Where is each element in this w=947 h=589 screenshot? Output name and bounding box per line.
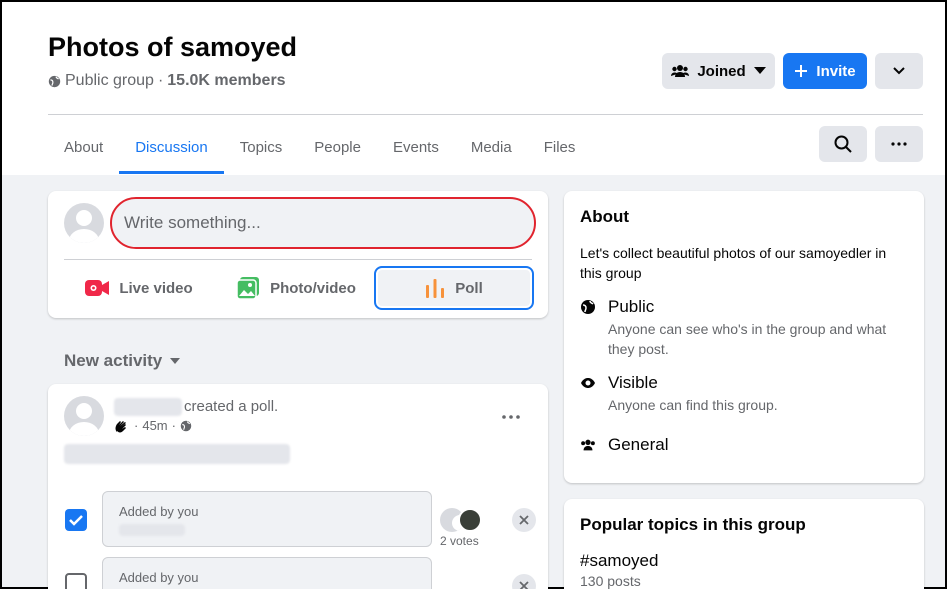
poll-option[interactable]: Added by you: [102, 557, 432, 589]
photo-video-label: Photo/video: [270, 279, 356, 297]
globe-icon: [581, 300, 595, 314]
ellipsis-icon: [502, 415, 520, 419]
tab-discussion[interactable]: Discussion: [119, 120, 224, 174]
popular-topics-card: Popular topics in this group #samoyed 13…: [564, 499, 924, 589]
search-button[interactable]: [819, 126, 867, 162]
about-item-title: Public: [608, 297, 655, 316]
topic-link[interactable]: #samoyed: [580, 551, 658, 571]
about-item-general: General: [580, 435, 668, 455]
photo-video-button[interactable]: Photo/video: [220, 266, 372, 310]
topic-post-count: 130 posts: [580, 573, 641, 589]
tab-files[interactable]: Files: [528, 120, 592, 174]
post-options-button[interactable]: [502, 402, 520, 425]
globe-icon: [180, 420, 192, 431]
group-title: Photos of samoyed: [48, 32, 298, 62]
about-item-desc: Anyone can find this group.: [608, 397, 778, 413]
chevron-down-icon: [893, 67, 905, 75]
feed-sort-dropdown[interactable]: New activity: [64, 351, 181, 371]
remove-option-button[interactable]: [512, 574, 536, 589]
people-icon: [581, 439, 595, 451]
poll-vote-count[interactable]: 2 votes: [440, 534, 479, 548]
joined-button[interactable]: Joined: [662, 53, 775, 89]
about-item-public: Public Anyone can see who's in the group…: [580, 297, 908, 359]
poll-icon: [426, 279, 445, 298]
eye-icon: [581, 378, 595, 388]
more-options-button[interactable]: [875, 53, 923, 89]
about-card: About Let's collect beautiful photos of …: [564, 191, 924, 483]
close-icon: [519, 515, 529, 525]
caret-down-icon: [170, 358, 181, 364]
people-icon: [671, 65, 690, 77]
about-item-desc: Anyone can see who's in the group and wh…: [608, 321, 887, 357]
poll-option-text-redacted: [119, 524, 185, 536]
group-privacy: Public group: [65, 72, 154, 89]
ellipsis-icon: [891, 142, 907, 146]
group-tabs: About Discussion Topics People Events Me…: [48, 120, 591, 174]
group-members[interactable]: 15.0K members: [167, 72, 285, 90]
close-icon: [519, 581, 529, 589]
remove-option-button[interactable]: [512, 508, 536, 532]
about-item-visible: Visible Anyone can find this group.: [580, 373, 908, 415]
header-divider: [48, 114, 923, 115]
caret-down-icon: [753, 67, 766, 74]
about-title: About: [580, 207, 630, 226]
poll-label: Poll: [455, 279, 483, 297]
write-something-input[interactable]: Write something...: [110, 197, 536, 249]
live-video-label: Live video: [119, 279, 193, 297]
poll-option-checkbox[interactable]: [65, 573, 87, 589]
group-header: Photos of samoyed Public group · 15.0K m…: [2, 2, 945, 175]
tab-about[interactable]: About: [48, 120, 119, 174]
about-item-title: Visible: [608, 373, 658, 392]
plus-icon: [795, 65, 808, 77]
post-action-text: created a poll.: [184, 398, 279, 415]
tab-media[interactable]: Media: [455, 120, 528, 174]
poll-option[interactable]: Added by you: [102, 491, 432, 547]
poll-button[interactable]: Poll: [374, 266, 534, 310]
poll-post: created a poll. · 45m · Added by you 2 v…: [48, 384, 548, 589]
search-icon: [834, 135, 852, 153]
live-video-button[interactable]: Live video: [64, 266, 214, 310]
live-video-icon: [85, 280, 110, 296]
more-actions-button[interactable]: [875, 126, 923, 162]
invite-label: Invite: [816, 62, 856, 80]
poll-option-added-by: Added by you: [119, 504, 199, 519]
post-meta: · 45m ·: [114, 418, 192, 433]
tab-people[interactable]: People: [298, 120, 377, 174]
composer-divider: [64, 259, 532, 260]
about-description: Let's collect beautiful photos of our sa…: [580, 245, 887, 281]
globe-icon: [48, 75, 61, 87]
poll-option-added-by: Added by you: [119, 570, 199, 585]
photo-icon: [236, 277, 260, 300]
post-author-avatar[interactable]: [64, 396, 104, 436]
feed-sort-label: New activity: [64, 351, 163, 370]
post-time[interactable]: 45m: [142, 418, 167, 433]
post-composer: Write something... Live video Photo/vide…: [48, 191, 548, 318]
author-name-redacted[interactable]: [114, 398, 182, 416]
voter-avatar[interactable]: [458, 508, 482, 532]
group-meta: Public group · 15.0K members: [48, 72, 286, 90]
hand-wave-icon: [115, 420, 126, 432]
tab-topics[interactable]: Topics: [224, 120, 299, 174]
about-item-title: General: [608, 435, 669, 454]
topics-title: Popular topics in this group: [580, 515, 806, 534]
post-text-redacted: [64, 444, 290, 464]
poll-option-checkbox[interactable]: [65, 509, 87, 531]
avatar[interactable]: [64, 203, 104, 243]
invite-button[interactable]: Invite: [783, 53, 867, 89]
joined-label: Joined: [697, 62, 746, 80]
check-icon: [69, 515, 83, 526]
tab-events[interactable]: Events: [377, 120, 455, 174]
